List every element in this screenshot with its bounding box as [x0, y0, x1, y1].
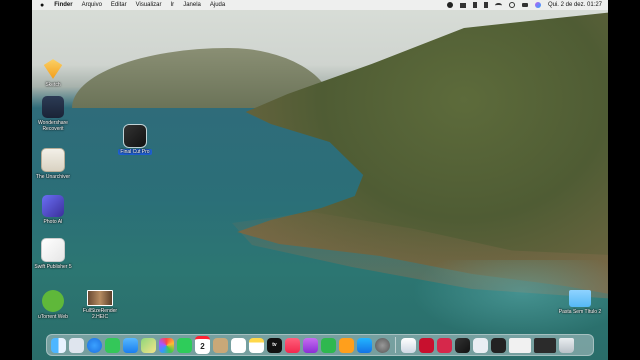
desktop-icon-unarchiver[interactable]: The Unarchiver [32, 148, 78, 180]
record-icon[interactable] [446, 2, 453, 8]
sketch-icon [43, 59, 63, 79]
recoverit-icon [42, 96, 64, 118]
window-thumb-dock-icon[interactable] [509, 337, 531, 353]
activity-dock-icon[interactable] [491, 337, 506, 353]
search-icon[interactable] [508, 2, 515, 8]
desktop-icon-sketch[interactable]: Sketch [32, 58, 78, 88]
unarchiver-icon [41, 148, 65, 172]
messages-dock-icon[interactable] [105, 337, 120, 353]
desktop-icon-photo-ai[interactable]: Photo AI [32, 195, 78, 225]
podcasts-dock-icon[interactable] [303, 337, 318, 353]
apple-menu-icon[interactable]: ● [40, 2, 44, 9]
desktop-icon-label: Sketch [45, 82, 61, 88]
desktop-icon-label: Final Cut Pro [118, 149, 152, 155]
photos-dock-icon[interactable] [159, 337, 174, 353]
finder-dock-icon[interactable] [51, 337, 66, 353]
desktop: ● Finder Arquivo Editar Visualizar Ir Ja… [32, 0, 608, 360]
preview-dock-icon[interactable] [401, 337, 416, 353]
pages-dock-icon[interactable] [339, 337, 354, 353]
desktop-icon-utorrent[interactable]: uTorrent Web [32, 290, 78, 320]
final-cut-pro-dock-icon[interactable] [455, 337, 470, 353]
desktop-icon-label: Swift Publisher 5 [34, 264, 72, 270]
reminders-dock-icon[interactable] [231, 337, 246, 353]
app-store-dock-icon[interactable] [357, 337, 372, 353]
music-dock-icon[interactable] [285, 337, 300, 353]
menu-ir[interactable]: Ir [171, 2, 175, 8]
desktop-icon-label: Wondershare Recoverit [38, 120, 68, 132]
utorrent-icon [42, 290, 64, 312]
desktop-icon-final-cut-pro[interactable]: Final Cut Pro [110, 124, 160, 155]
trash-dock-icon[interactable] [559, 337, 574, 353]
dock-separator [395, 337, 396, 353]
desktop-icon-fullsizerender[interactable]: FullSizeRender 2.HEIC [75, 290, 125, 320]
numbers-dock-icon[interactable] [321, 337, 336, 353]
safari-dock-icon[interactable] [87, 337, 102, 353]
calendar-dock-icon[interactable]: 2 [195, 336, 210, 354]
dock: 2 tv [46, 334, 594, 356]
contacts-dock-icon[interactable] [213, 337, 228, 353]
menu-bar: ● Finder Arquivo Editar Visualizar Ir Ja… [32, 0, 608, 10]
menu-editar[interactable]: Editar [111, 2, 127, 8]
photo-ai-icon [42, 195, 64, 217]
font-icon[interactable] [459, 2, 466, 8]
control-center-icon[interactable] [521, 3, 528, 7]
menu-arquivo[interactable]: Arquivo [82, 2, 102, 8]
mail-dock-icon[interactable] [123, 337, 138, 353]
photo-booth-dock-icon[interactable] [437, 337, 452, 353]
system-preferences-dock-icon[interactable] [375, 337, 390, 353]
swift-publisher-icon [41, 238, 65, 262]
siri-icon[interactable] [534, 2, 541, 8]
desktop-icon-label: FullSizeRender 2.HEIC [82, 308, 118, 320]
calendar-day: 2 [200, 342, 205, 351]
wifi-icon[interactable] [494, 2, 502, 8]
notes-dock-icon[interactable] [249, 337, 264, 353]
desktop-icon-recoverit[interactable]: Wondershare Recoverit [32, 96, 78, 132]
window-thumb-dark-dock-icon[interactable] [534, 337, 556, 353]
menu-app-name[interactable]: Finder [54, 2, 72, 8]
menu-clock[interactable]: Qui. 2 de dez. 01:27 [548, 2, 602, 8]
tv-label: tv [272, 342, 277, 348]
desktop-icon-swift-publisher[interactable]: Swift Publisher 5 [32, 238, 78, 270]
maps-dock-icon[interactable] [141, 337, 156, 353]
fork-icon[interactable] [472, 2, 477, 8]
desktop-icon-folder[interactable]: Pasta Sem Título 2 [555, 290, 605, 315]
acrobat-dock-icon[interactable] [419, 337, 434, 353]
screenshot-dock-icon[interactable] [473, 337, 488, 353]
final-cut-pro-icon [123, 124, 147, 148]
tv-dock-icon[interactable]: tv [267, 337, 282, 353]
desktop-icon-label: The Unarchiver [35, 174, 71, 180]
launchpad-dock-icon[interactable] [69, 337, 84, 353]
folder-icon [569, 290, 591, 307]
facetime-dock-icon[interactable] [177, 337, 192, 353]
desktop-icon-label: Pasta Sem Título 2 [558, 309, 602, 315]
menu-janela[interactable]: Janela [183, 2, 201, 8]
menu-ajuda[interactable]: Ajuda [210, 2, 225, 8]
menu-visualizar[interactable]: Visualizar [136, 2, 162, 8]
bolt-icon[interactable] [483, 2, 488, 8]
desktop-icon-label: Photo AI [43, 219, 63, 225]
image-thumbnail-icon [87, 290, 113, 306]
desktop-icon-label: uTorrent Web [38, 314, 68, 320]
